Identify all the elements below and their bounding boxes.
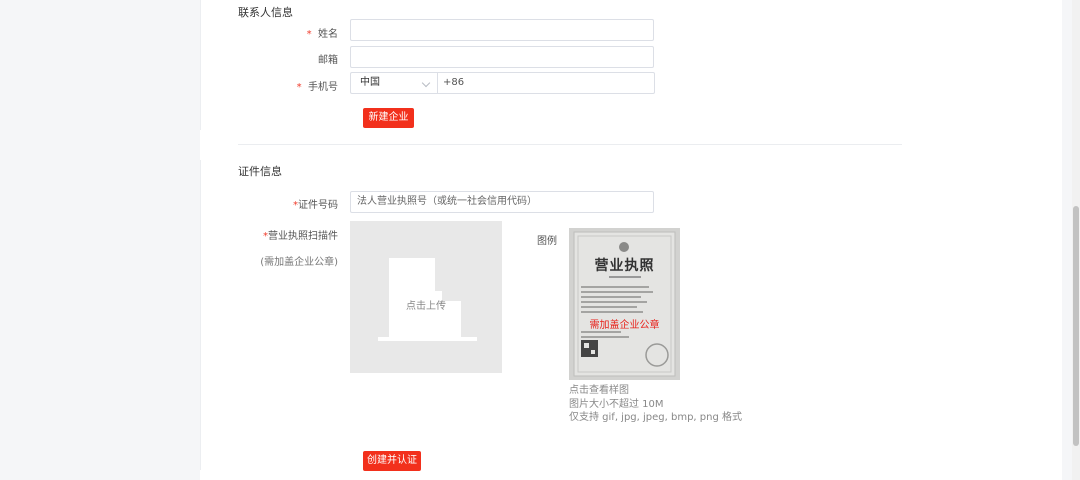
scrollbar-thumb[interactable] bbox=[1073, 206, 1079, 446]
license-scan-hint: (需加盖企业公章) bbox=[260, 257, 338, 268]
country-select[interactable]: 中国 bbox=[350, 72, 438, 94]
email-label: 邮箱 bbox=[318, 55, 338, 66]
sample-stamp-text: 需加盖企业公章 bbox=[589, 320, 660, 331]
required-mark: * bbox=[296, 82, 302, 93]
sample-label: 图例 bbox=[537, 236, 557, 247]
left-rule-bottom bbox=[200, 160, 201, 470]
license-scan-label: *营业执照扫描件 bbox=[263, 231, 338, 242]
license-document-graphic bbox=[573, 231, 676, 377]
certificate-section-title: 证件信息 bbox=[238, 165, 282, 178]
chevron-down-icon bbox=[421, 78, 431, 88]
name-input[interactable] bbox=[350, 19, 654, 41]
create-and-verify-button[interactable]: 创建并认证 bbox=[363, 451, 421, 471]
cert-number-label: *证件号码 bbox=[293, 200, 338, 211]
format-note: 仅支持 gif, jpg, jpeg, bmp, png 格式 bbox=[569, 412, 743, 423]
contact-section-title: 联系人信息 bbox=[238, 6, 293, 19]
section-divider bbox=[238, 144, 902, 145]
phone-label: * 手机号 bbox=[296, 82, 338, 93]
phone-prefix: +86 bbox=[443, 77, 465, 88]
phone-input[interactable]: +86 bbox=[437, 72, 655, 94]
required-mark: * bbox=[306, 29, 312, 40]
license-upload-area[interactable]: 点击上传 bbox=[350, 221, 502, 373]
create-company-button[interactable]: 新建企业 bbox=[363, 108, 414, 128]
license-sample-image[interactable]: 营业执照 需加盖企业公章 bbox=[569, 228, 680, 380]
left-rule-top bbox=[200, 0, 201, 130]
email-input[interactable] bbox=[350, 46, 654, 68]
view-sample-link[interactable]: 点击查看样图 bbox=[569, 381, 629, 396]
sample-title: 营业执照 bbox=[594, 258, 655, 274]
name-label: * 姓名 bbox=[306, 29, 338, 40]
upload-text: 点击上传 bbox=[406, 301, 446, 312]
country-value: 中国 bbox=[360, 77, 380, 88]
cert-number-input[interactable]: 法人营业执照号（或统一社会信用代码） bbox=[350, 191, 654, 213]
